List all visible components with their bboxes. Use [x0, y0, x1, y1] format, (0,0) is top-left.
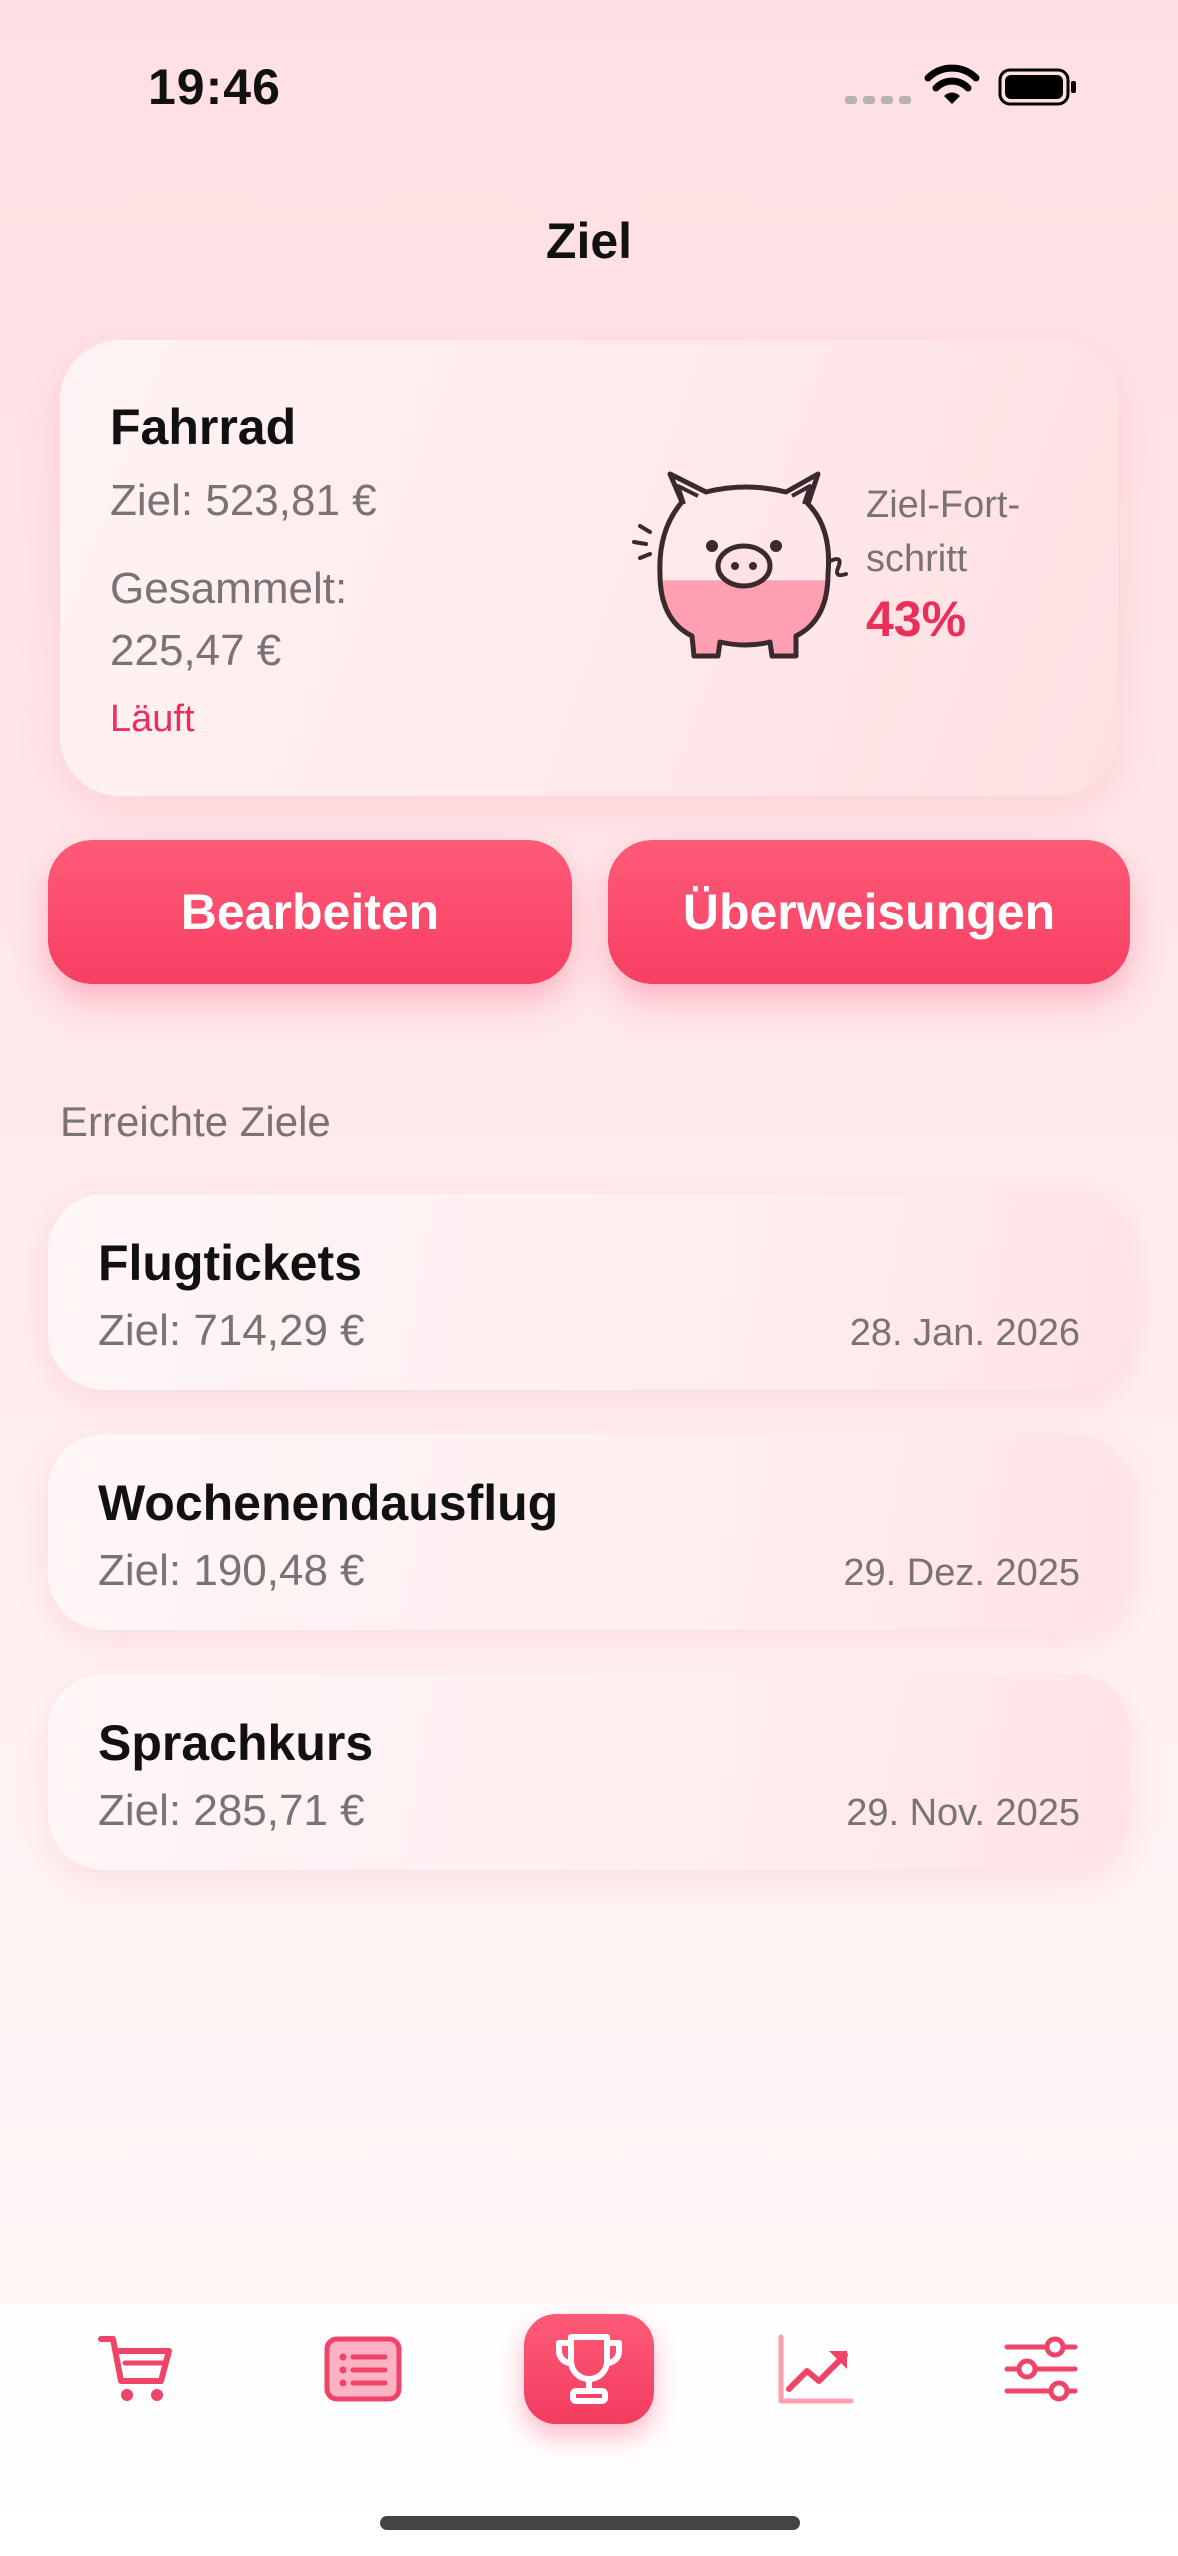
achieved-goal-name: Sprachkurs — [98, 1715, 374, 1771]
achieved-goals-title: Erreichte Ziele — [60, 1098, 331, 1145]
achieved-goal-target: Ziel: 285,71 € — [98, 1786, 365, 1835]
tab-statistics[interactable] — [750, 2314, 880, 2424]
status-bar: 19:46 — [0, 0, 1178, 170]
goal-status: Läuft — [110, 698, 195, 740]
achieved-goal-target: Ziel: 190,48 € — [98, 1546, 365, 1595]
tab-shopping[interactable] — [72, 2314, 202, 2424]
piggy-bank-icon — [632, 471, 848, 659]
progress-value: 43% — [866, 591, 967, 647]
achieved-goal-name: Wochenendausflug — [98, 1475, 559, 1531]
sliders-icon — [1004, 2336, 1078, 2402]
achieved-goal-date: 29. Dez. 2025 — [843, 1552, 1080, 1594]
tab-list[interactable] — [298, 2314, 428, 2424]
edit-button[interactable]: Bearbeiten — [48, 840, 572, 984]
chart-icon — [778, 2334, 854, 2404]
achieved-goal-card[interactable]: Sprachkurs Ziel: 285,71 € 29. Nov. 2025 — [48, 1674, 1130, 1870]
achieved-goal-date: 28. Jan. 2026 — [849, 1312, 1080, 1354]
wifi-icon — [924, 64, 980, 104]
transfers-button[interactable]: Überweisungen — [608, 840, 1130, 984]
cart-icon — [98, 2336, 172, 2401]
current-goal-card[interactable]: Fahrrad Ziel: 523,81 € Gesammelt: 225,47… — [60, 340, 1118, 796]
battery-icon — [998, 68, 1076, 106]
achieved-goal-card[interactable]: Flugtickets Ziel: 714,29 € 28. Jan. 2026 — [48, 1194, 1130, 1390]
achieved-goal-card[interactable]: Wochenendausflug Ziel: 190,48 € 29. Dez.… — [48, 1434, 1130, 1630]
trophy-icon — [556, 2334, 622, 2404]
tab-settings[interactable] — [976, 2314, 1106, 2424]
list-icon — [324, 2336, 402, 2402]
page-title: Ziel — [545, 213, 633, 269]
achieved-goal-date: 29. Nov. 2025 — [846, 1792, 1080, 1834]
achieved-goal-target: Ziel: 714,29 € — [98, 1306, 365, 1355]
home-indicator — [380, 2516, 800, 2530]
tab-goals[interactable] — [524, 2314, 654, 2424]
goal-target: Ziel: 523,81 € — [110, 476, 377, 525]
signal-icon — [845, 96, 911, 104]
achieved-goal-name: Flugtickets — [98, 1235, 362, 1291]
goal-name: Fahrrad — [110, 399, 297, 455]
goal-saved: Gesammelt: 225,47 € — [110, 564, 348, 675]
status-time: 19:46 — [148, 59, 281, 115]
progress-label: Ziel-Fort-schritt — [866, 484, 1021, 580]
